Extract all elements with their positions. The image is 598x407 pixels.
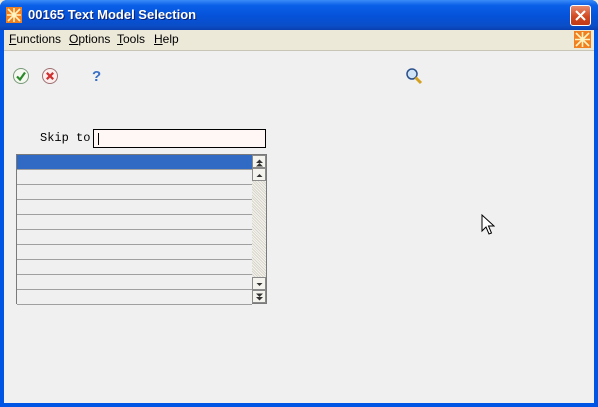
- chevron-up-icon: [256, 174, 263, 177]
- window-title: 00165 Text Model Selection: [28, 7, 197, 22]
- table-row[interactable]: [17, 200, 252, 215]
- scroll-to-top-button[interactable]: [252, 155, 266, 168]
- skip-to-input[interactable]: [93, 129, 266, 148]
- detail-grid[interactable]: [16, 154, 267, 305]
- table-row[interactable]: [17, 230, 252, 245]
- question-mark-icon[interactable]: ?: [87, 66, 105, 84]
- mouse-pointer-icon: [481, 214, 495, 235]
- grid-vertical-scrollbar[interactable]: [252, 155, 266, 303]
- menu-bar: Functions Options Tools Help: [4, 30, 594, 51]
- menu-help[interactable]: Help: [154, 32, 179, 46]
- magnifier-icon[interactable]: [405, 67, 423, 85]
- scroll-up-button[interactable]: [252, 168, 266, 181]
- double-chevron-down-icon: [256, 293, 263, 301]
- jde-logo-icon: [6, 7, 22, 23]
- jde-logo-icon: [574, 31, 591, 48]
- table-row[interactable]: [17, 275, 252, 290]
- skip-to-label: Skip to: [40, 131, 91, 145]
- table-row[interactable]: [17, 185, 252, 200]
- table-row[interactable]: [17, 170, 252, 185]
- close-icon: [575, 10, 586, 21]
- close-button[interactable]: [570, 5, 591, 26]
- menu-tools[interactable]: Tools: [117, 32, 145, 46]
- form-client-area: Functions Options Tools Help ? Skip to: [4, 30, 594, 403]
- application-window: 00165 Text Model Selection Functions Opt…: [0, 0, 598, 407]
- double-chevron-up-icon: [256, 159, 263, 167]
- table-row[interactable]: [17, 245, 252, 260]
- table-row[interactable]: [17, 260, 252, 275]
- checkmark-icon[interactable]: [12, 67, 30, 85]
- table-row[interactable]: [17, 215, 252, 230]
- chevron-down-icon: [256, 283, 263, 286]
- scroll-down-button[interactable]: [252, 277, 266, 290]
- title-bar[interactable]: 00165 Text Model Selection: [0, 0, 598, 30]
- scroll-to-bottom-button[interactable]: [252, 290, 266, 303]
- table-row[interactable]: [17, 155, 252, 170]
- table-row[interactable]: [17, 290, 252, 305]
- x-circle-icon[interactable]: [41, 67, 59, 85]
- text-caret: [98, 133, 99, 145]
- menu-options[interactable]: Options: [69, 32, 110, 46]
- menu-functions[interactable]: Functions: [9, 32, 61, 46]
- svg-text:?: ?: [92, 68, 101, 84]
